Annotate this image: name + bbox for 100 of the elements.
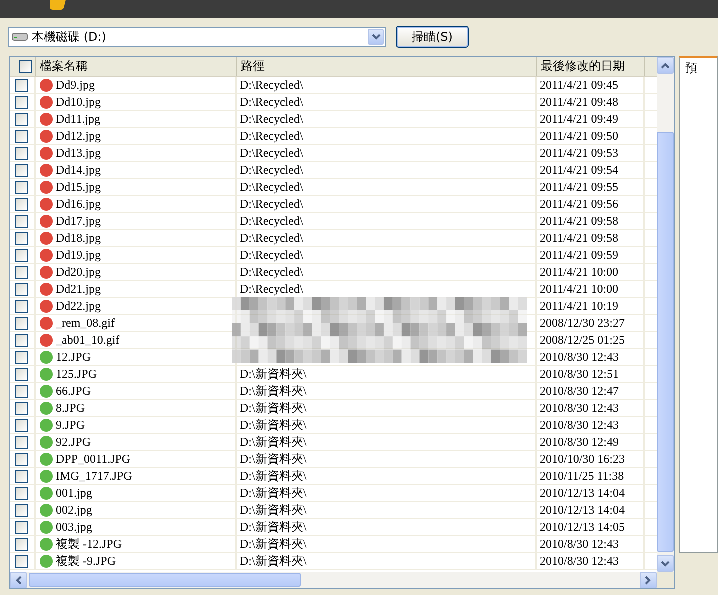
modified-date: 2010/8/30 12:51	[540, 366, 620, 382]
file-name: Dd13.jpg	[56, 146, 101, 160]
scroll-down-button[interactable]	[656, 555, 674, 572]
modified-date: 2011/4/21 10:19	[540, 298, 619, 314]
checkbox[interactable]	[15, 146, 28, 160]
file-name: 001.jpg	[56, 486, 92, 500]
checkbox[interactable]	[15, 402, 28, 414]
checkbox[interactable]	[15, 436, 28, 448]
modified-date: 2010/12/13 14:04	[540, 486, 626, 500]
checkbox[interactable]	[15, 300, 28, 312]
horizontal-scrollbar-thumb[interactable]	[29, 573, 301, 587]
drive-icon	[12, 32, 28, 42]
modified-date: 2010/12/13 14:04	[540, 502, 626, 518]
file-name: Dd9.jpg	[56, 78, 95, 92]
file-path: D:\Recycled\	[240, 94, 304, 110]
checkbox[interactable]	[15, 418, 28, 432]
checkbox[interactable]	[15, 368, 28, 380]
file-path: D:\新資料夾\	[240, 519, 307, 535]
file-path: D:\Recycled\	[240, 128, 304, 144]
column-header[interactable]: 最後修改的日期	[537, 57, 645, 76]
checkbox[interactable]	[15, 554, 28, 568]
file-path: D:\Recycled\	[240, 78, 304, 92]
preview-title: 預	[686, 61, 698, 75]
file-path: D:\Recycled\	[240, 214, 304, 228]
modified-date: 2011/4/21 09:59	[540, 248, 619, 262]
chevron-right-icon	[645, 576, 652, 584]
checkbox[interactable]	[19, 60, 32, 73]
file-name: 002.jpg	[56, 502, 92, 518]
file-name: Dd20.jpg	[56, 264, 101, 280]
scroll-left-button[interactable]	[10, 572, 27, 588]
modified-date: 2008/12/30 23:27	[540, 316, 626, 330]
scroll-right-button[interactable]	[640, 572, 657, 588]
file-path: D:\新資料夾\	[240, 400, 307, 416]
checkbox[interactable]	[15, 384, 28, 398]
checkbox[interactable]	[15, 78, 28, 92]
modified-date: 2011/4/21 09:55	[540, 180, 619, 194]
file-name: Dd10.jpg	[56, 94, 101, 110]
checkbox[interactable]	[15, 316, 28, 330]
checkbox[interactable]	[15, 452, 28, 466]
modified-date: 2010/11/25 11:38	[540, 468, 624, 484]
file-name: 92.JPG	[56, 434, 92, 450]
file-path: D:\Recycled\	[240, 248, 304, 262]
file-path: D:\新資料夾\	[240, 485, 307, 501]
vertical-scrollbar-thumb[interactable]	[656, 132, 674, 552]
modified-date: 2010/12/13 14:05	[540, 520, 626, 534]
checkbox[interactable]	[15, 334, 28, 346]
file-path: D:\Recycled\	[240, 162, 304, 178]
file-path: D:\Recycled\	[240, 146, 304, 160]
modified-date: 2011/4/21 09:45	[540, 78, 619, 92]
column-header[interactable]: 檔案名稱	[36, 57, 237, 76]
checkbox[interactable]	[15, 350, 28, 364]
drive-dropdown[interactable]: 本機磁碟 (D:)	[8, 27, 386, 47]
file-path: D:\新資料夾\	[240, 383, 307, 399]
file-name: DPP_0011.JPG	[56, 452, 131, 466]
checkbox[interactable]	[15, 232, 28, 244]
checkbox[interactable]	[15, 470, 28, 482]
checkbox[interactable]	[15, 180, 28, 194]
file-name: Dd22.jpg	[56, 298, 101, 314]
modified-date: 2011/4/21 09:53	[540, 146, 619, 160]
checkbox[interactable]	[15, 130, 28, 142]
scan-button[interactable]: 掃瞄(S)	[396, 26, 469, 48]
modified-date: 2011/4/21 10:00	[540, 282, 619, 296]
modified-date: 2010/8/30 12:43	[540, 536, 620, 552]
checkbox[interactable]	[15, 248, 28, 262]
modified-date: 2011/4/21 09:49	[540, 112, 619, 126]
checkbox[interactable]	[15, 198, 28, 210]
column-header[interactable]: 路徑	[237, 57, 537, 76]
checkbox[interactable]	[15, 96, 28, 108]
checkbox[interactable]	[15, 520, 28, 534]
file-path: D:\新資料夾\	[240, 417, 307, 433]
file-path: D:\Recycled\	[240, 112, 304, 126]
scrollbar-corner	[656, 572, 674, 588]
checkbox[interactable]	[15, 164, 28, 176]
file-name: Dd14.jpg	[56, 162, 101, 178]
checkbox[interactable]	[15, 112, 28, 126]
modified-date: 2010/8/30 12:43	[540, 554, 620, 568]
file-path: D:\新資料夾\	[240, 434, 307, 450]
checkbox[interactable]	[15, 538, 28, 550]
file-path: D:\Recycled\	[240, 180, 304, 194]
file-path: D:\Recycled\	[240, 230, 304, 246]
modified-date: 2011/4/21 09:56	[540, 196, 619, 212]
checkbox[interactable]	[15, 266, 28, 278]
modified-date: 2010/8/30 12:43	[540, 418, 620, 432]
checkbox[interactable]	[15, 504, 28, 516]
modified-date: 2011/4/21 10:00	[540, 264, 619, 280]
file-path: D:\新資料夾\	[240, 451, 307, 467]
modified-date: 2011/4/21 09:48	[540, 94, 619, 110]
file-name: Dd19.jpg	[56, 248, 101, 262]
file-name: 125.JPG	[56, 366, 98, 382]
chevron-left-icon	[16, 576, 22, 584]
checkbox[interactable]	[15, 282, 28, 296]
modified-date: 2010/8/30 12:47	[540, 384, 620, 398]
modified-date: 2011/4/21 09:58	[540, 214, 619, 228]
scroll-up-button[interactable]	[656, 57, 674, 74]
checkbox[interactable]	[15, 486, 28, 500]
file-name: IMG_1717.JPG	[56, 468, 132, 484]
checkbox[interactable]	[15, 214, 28, 228]
file-path: D:\Recycled\	[240, 264, 304, 280]
modified-date: 2008/12/25 01:25	[540, 332, 626, 348]
file-name: 003.jpg	[56, 520, 92, 534]
